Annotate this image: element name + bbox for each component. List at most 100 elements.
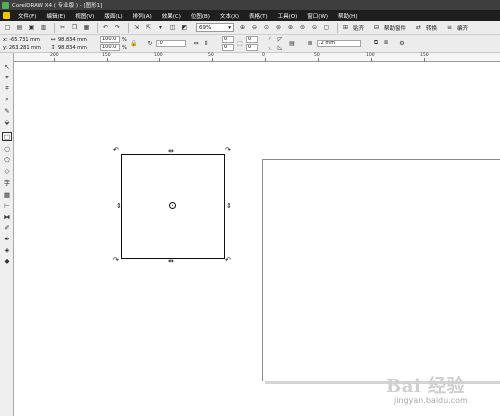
- ellipse-tool-icon[interactable]: ○: [2, 144, 12, 153]
- mirror-vertical-icon[interactable]: ⇕: [202, 39, 210, 47]
- menu-window[interactable]: 窗口(W): [307, 12, 328, 20]
- zoom-all-icon[interactable]: ⊚: [274, 23, 283, 32]
- corner-scallop-icon[interactable]: ◟: [266, 43, 274, 51]
- scale-y-field[interactable]: 100.0: [100, 44, 120, 51]
- align-icon[interactable]: ≡: [445, 23, 454, 32]
- welcome-screen-icon[interactable]: ◫: [168, 23, 177, 32]
- menu-view[interactable]: 视图(V): [75, 12, 94, 20]
- eyedropper-tool-icon[interactable]: ✐: [2, 223, 12, 232]
- y-position-field[interactable]: y: 263.281 mm: [3, 45, 41, 51]
- corner-chamfer-icon[interactable]: ◸: [276, 35, 284, 43]
- dimension-tool-icon[interactable]: ⊢: [2, 201, 12, 210]
- menu-text[interactable]: 文本(X): [220, 12, 239, 20]
- horizontal-ruler[interactable]: 200 150 100 50 0 50 100 150: [14, 53, 500, 62]
- fill-tool-icon[interactable]: ◈: [2, 245, 12, 254]
- full-screen-icon[interactable]: ▢: [322, 23, 331, 32]
- watermark-url: jingyan.baidu.com: [394, 396, 468, 405]
- menu-file[interactable]: 文件(F): [18, 12, 36, 20]
- zoom-in-icon[interactable]: ⊕: [238, 23, 247, 32]
- menu-table[interactable]: 表格(T): [249, 12, 268, 20]
- interactive-fill-tool-icon[interactable]: ◆: [2, 256, 12, 265]
- menu-layout[interactable]: 版面(L): [104, 12, 122, 20]
- crop-tool-icon[interactable]: ⌗: [2, 84, 12, 93]
- mirror-horizontal-icon[interactable]: ⇔: [192, 39, 200, 47]
- corner-radius-bottom-left[interactable]: 0: [222, 44, 234, 51]
- rotation-center-marker[interactable]: [169, 202, 176, 209]
- transform-icon[interactable]: ⇄: [414, 23, 423, 32]
- corner-radius-top-left[interactable]: 0: [222, 36, 234, 43]
- skew-handle-bottom[interactable]: ⇹: [168, 258, 174, 265]
- scale-corners-icon[interactable]: ◺: [276, 43, 284, 51]
- export-icon[interactable]: ⇱: [144, 23, 153, 32]
- new-document-icon[interactable]: □: [3, 23, 12, 32]
- pick-tool-icon[interactable]: ↖: [2, 62, 12, 71]
- corner-radius-bottom-right[interactable]: 0: [246, 44, 258, 51]
- cut-icon[interactable]: ✂: [58, 23, 67, 32]
- align-label[interactable]: 编齐: [457, 24, 468, 32]
- outline-pen-tool-icon[interactable]: ✒: [2, 234, 12, 243]
- rotate-handle-bottom-left[interactable]: ↷: [113, 257, 119, 264]
- interactive-blend-tool-icon[interactable]: ⧓: [2, 212, 12, 221]
- menu-bitmaps[interactable]: 位图(B): [191, 12, 210, 20]
- zoom-page-icon[interactable]: ⊛: [286, 23, 295, 32]
- shape-tool-icon[interactable]: ⌖: [2, 73, 12, 82]
- document-menu-icon[interactable]: [3, 12, 10, 19]
- zoom-selected-icon[interactable]: ⊙: [262, 23, 271, 32]
- smart-fill-tool-icon[interactable]: ⬙: [2, 117, 12, 126]
- application-launcher-icon[interactable]: ▾: [156, 23, 165, 32]
- options-label[interactable]: 帮助窗件: [384, 24, 406, 32]
- undo-icon[interactable]: ↶: [101, 23, 110, 32]
- rotation-field[interactable]: .0: [156, 40, 186, 47]
- rotate-handle-top-right[interactable]: ↷: [225, 147, 231, 154]
- snap-to-label[interactable]: 贴齐: [353, 24, 364, 32]
- skew-handle-top[interactable]: ⇹: [168, 148, 174, 155]
- paste-icon[interactable]: ▦: [82, 23, 91, 32]
- skew-handle-right[interactable]: ⇕: [226, 203, 232, 210]
- polygon-tool-icon[interactable]: ⬠: [2, 155, 12, 164]
- to-front-icon[interactable]: ⧉: [372, 39, 380, 47]
- zoom-out-icon[interactable]: ⊖: [250, 23, 259, 32]
- lock-ratio-icon[interactable]: 🔒: [130, 39, 138, 47]
- text-tool-icon[interactable]: 字: [2, 177, 12, 187]
- corner-round-icon[interactable]: ◜: [266, 35, 274, 43]
- save-icon[interactable]: ▣: [27, 23, 36, 32]
- menu-arrange[interactable]: 排列(A): [133, 12, 152, 20]
- menu-effects[interactable]: 效果(C): [162, 12, 181, 20]
- menu-tools[interactable]: 工具(O): [278, 12, 298, 20]
- rectangle-tool-icon[interactable]: □: [2, 132, 12, 141]
- options-icon[interactable]: ⊟: [372, 23, 381, 32]
- menu-help[interactable]: 帮助(H): [338, 12, 357, 20]
- open-icon[interactable]: ▤: [15, 23, 24, 32]
- table-tool-icon[interactable]: ▦: [2, 190, 12, 199]
- import-icon[interactable]: ⇲: [132, 23, 141, 32]
- zoom-height-icon[interactable]: ⊝: [310, 23, 319, 32]
- round-corners-lock-icon[interactable]: ⬚: [236, 39, 244, 47]
- x-position-field[interactable]: x: -65.731 mm: [3, 37, 40, 43]
- skew-handle-left[interactable]: ⇕: [116, 203, 122, 210]
- scale-x-field[interactable]: 100.0: [100, 36, 120, 43]
- zoom-level-select[interactable]: 69% ▾: [196, 23, 234, 32]
- wrap-paragraph-text-icon[interactable]: ▤: [288, 39, 296, 47]
- rotate-handle-bottom-right[interactable]: ↶: [225, 257, 231, 264]
- height-field[interactable]: 98.834 mm: [58, 45, 87, 51]
- zoom-tool-icon[interactable]: ⌕: [2, 95, 12, 104]
- print-icon[interactable]: ▥: [39, 23, 48, 32]
- freehand-tool-icon[interactable]: ✎: [2, 106, 12, 115]
- outline-width-icon: ≣: [307, 39, 313, 47]
- convert-to-curves-icon[interactable]: ⚙: [398, 39, 406, 47]
- width-field[interactable]: 98.834 mm: [58, 37, 87, 43]
- drawing-page[interactable]: [262, 159, 500, 381]
- watermark-logo: Bai 经验 jingyan.baidu.com: [380, 370, 495, 410]
- snap-icon[interactable]: ⊞: [341, 23, 350, 32]
- basic-shapes-tool-icon[interactable]: ◇: [2, 166, 12, 175]
- outline-width-select[interactable]: .2 mm: [317, 40, 361, 47]
- transform-label[interactable]: 转换: [426, 24, 437, 32]
- redo-icon[interactable]: ↷: [113, 23, 122, 32]
- copy-icon[interactable]: ❐: [70, 23, 79, 32]
- zoom-width-icon[interactable]: ⊜: [298, 23, 307, 32]
- menu-edit[interactable]: 编辑(E): [46, 12, 65, 20]
- corner-radius-top-right[interactable]: 0: [246, 36, 258, 43]
- rotate-handle-top-left[interactable]: ↶: [113, 147, 119, 154]
- corel-online-icon[interactable]: ◩: [180, 23, 189, 32]
- to-back-icon[interactable]: ⧈: [382, 39, 390, 47]
